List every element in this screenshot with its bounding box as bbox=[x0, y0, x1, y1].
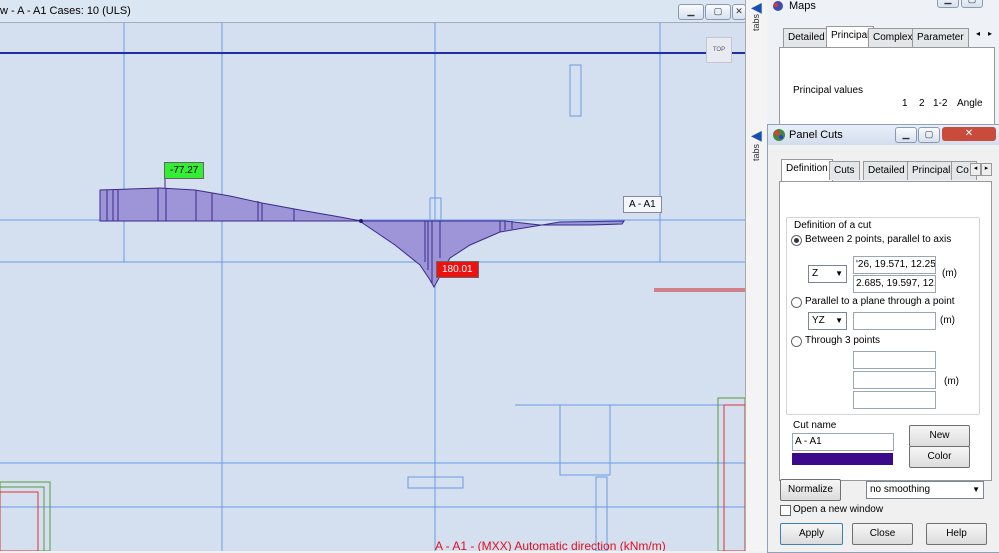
maps-app-icon bbox=[773, 1, 783, 11]
open-new-window-label: Open a new window bbox=[793, 504, 884, 515]
plane-select[interactable]: YZ ▼ bbox=[808, 312, 847, 330]
restore-button[interactable]: ▢ bbox=[705, 4, 731, 20]
view-cube-top[interactable]: TOP bbox=[706, 37, 732, 63]
scroll-right-icon[interactable]: ▸ bbox=[981, 163, 992, 176]
close-button[interactable]: ✕ bbox=[732, 4, 745, 20]
scroll-left-icon[interactable]: ◂ bbox=[970, 163, 981, 176]
maps-restore-button[interactable]: ▢ bbox=[961, 0, 983, 8]
chevron-down-icon: ▼ bbox=[835, 269, 843, 278]
chevron-down-icon: ▼ bbox=[835, 316, 843, 325]
unit-label: (m) bbox=[942, 268, 957, 279]
point-c-input[interactable] bbox=[853, 391, 936, 409]
diagram-title: A - A1 - (MXX) Automatic direction (kNm/… bbox=[435, 539, 666, 551]
plane-select-value: YZ bbox=[812, 315, 825, 326]
structure-viewport[interactable]: w - A - A1 Cases: 10 (ULS) ▁ ▢ ✕ TOP -77… bbox=[0, 0, 745, 551]
radio-two-points[interactable] bbox=[791, 235, 802, 246]
axis-select-value: Z bbox=[812, 268, 819, 279]
maps-title: Maps bbox=[789, 0, 816, 12]
smoothing-select[interactable]: no smoothing ▼ bbox=[866, 481, 984, 499]
column-1-2: 1-2 bbox=[933, 98, 948, 109]
definition-group-title: Definition of a cut bbox=[792, 220, 874, 231]
open-new-window-checkbox[interactable] bbox=[780, 505, 791, 516]
option-two-points-label: Between 2 points, parallel to axis bbox=[805, 234, 952, 245]
tabs-label[interactable]: tabs bbox=[751, 14, 761, 31]
column-1: 1 bbox=[902, 98, 908, 109]
column-2: 2 bbox=[919, 98, 925, 109]
viewport-titlebar: w - A - A1 Cases: 10 (ULS) ▁ ▢ ✕ bbox=[0, 0, 745, 23]
unit-label: (m) bbox=[940, 315, 955, 326]
cuts-minimize-button[interactable]: ▁ bbox=[895, 127, 917, 143]
point-2-input[interactable]: 2.685, 19.597, 12.2 bbox=[853, 275, 936, 293]
axis-select[interactable]: Z ▼ bbox=[808, 265, 847, 283]
tab-detailed[interactable]: Detailed bbox=[783, 28, 830, 47]
minimize-button[interactable]: ▁ bbox=[678, 4, 704, 20]
plane-point-input[interactable] bbox=[853, 312, 936, 330]
radio-parallel-plane[interactable] bbox=[791, 297, 802, 308]
column-angle: Angle bbox=[957, 98, 983, 109]
scroll-right-icon[interactable]: ▸ bbox=[988, 29, 992, 38]
option-three-points-label: Through 3 points bbox=[805, 335, 881, 346]
apply-button[interactable]: Apply bbox=[780, 523, 843, 545]
chevron-down-icon: ▼ bbox=[972, 485, 980, 494]
tabs-label[interactable]: tabs bbox=[751, 144, 761, 161]
new-button[interactable]: New bbox=[909, 425, 970, 447]
max-value-label: 180.01 bbox=[436, 261, 479, 278]
viewport-title: w - A - A1 Cases: 10 (ULS) bbox=[0, 5, 131, 17]
option-parallel-plane-label: Parallel to a plane through a point bbox=[805, 296, 955, 307]
color-button[interactable]: Color bbox=[909, 446, 970, 468]
principal-values-title: Principal values bbox=[793, 85, 864, 96]
min-value-label: -77.27 bbox=[164, 162, 205, 179]
panel-cuts-title: Panel Cuts bbox=[789, 129, 843, 141]
tab-cuts[interactable]: Cuts bbox=[829, 161, 860, 180]
unit-label: (m) bbox=[944, 376, 959, 387]
radio-three-points[interactable] bbox=[791, 336, 802, 347]
maps-minimize-button[interactable]: ▁ bbox=[937, 0, 959, 8]
tab-complex[interactable]: Complex bbox=[868, 28, 918, 47]
moment-diagram bbox=[99, 187, 625, 289]
tab-principal[interactable]: Principal bbox=[907, 161, 956, 180]
cut-color-swatch bbox=[792, 453, 893, 465]
scroll-left-icon[interactable]: ◂ bbox=[976, 29, 980, 38]
maps-tab-content: Principal values 1 2 1-2 Angle bbox=[779, 47, 995, 132]
cut-name-label: Cut name bbox=[793, 420, 837, 431]
model-view bbox=[0, 22, 745, 551]
dock-arrow-icon[interactable]: ◀ bbox=[751, 127, 762, 144]
point-a-input[interactable] bbox=[853, 351, 936, 369]
docking-tabs-bar: ◀ tabs ◀ tabs bbox=[745, 0, 768, 551]
tab-detailed[interactable]: Detailed bbox=[863, 161, 910, 180]
panel-cuts-icon bbox=[773, 129, 785, 141]
help-button[interactable]: Help bbox=[926, 523, 987, 545]
maps-panel: Maps Detailed Principal Complex Paramete… bbox=[767, 0, 999, 132]
normalize-button[interactable]: Normalize bbox=[780, 479, 841, 501]
close-dialog-button[interactable]: Close bbox=[852, 523, 913, 545]
panel-cuts-titlebar: Panel Cuts ▁ ▢ ✕ bbox=[768, 125, 999, 145]
cut-name-label: A - A1 bbox=[623, 196, 662, 213]
cuts-close-button[interactable]: ✕ bbox=[942, 127, 996, 141]
tab-parameter[interactable]: Parameter bbox=[912, 28, 969, 47]
smoothing-select-value: no smoothing bbox=[870, 484, 931, 495]
panel-cuts-dialog: Panel Cuts ▁ ▢ ✕ Definition Cuts Detaile… bbox=[767, 124, 999, 553]
cuts-restore-button[interactable]: ▢ bbox=[918, 127, 940, 143]
cut-name-input[interactable]: A - A1 bbox=[792, 433, 894, 451]
point-1-input[interactable]: '26, 19.571, 12.250 bbox=[853, 256, 936, 274]
point-b-input[interactable] bbox=[853, 371, 936, 389]
tab-definition[interactable]: Definition bbox=[781, 159, 833, 181]
